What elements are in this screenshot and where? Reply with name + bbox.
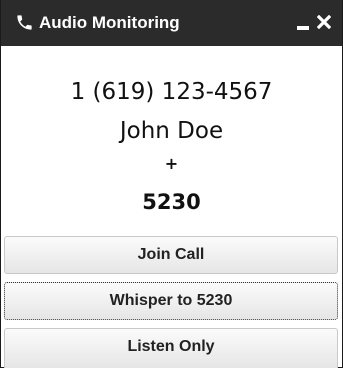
plus-separator: + — [164, 154, 179, 173]
phone-icon — [17, 15, 32, 30]
minimize-icon[interactable] — [297, 26, 309, 30]
join-call-button[interactable]: Join Call — [4, 236, 338, 274]
title-bar[interactable]: Audio Monitoring — [1, 0, 342, 46]
close-icon[interactable] — [317, 15, 331, 29]
listen-only-button[interactable]: Listen Only — [4, 328, 338, 368]
whisper-button[interactable]: Whisper to 5230 — [4, 282, 338, 320]
caller-name: John Doe — [119, 118, 224, 144]
caller-phone-number: 1 (619) 123-4567 — [70, 79, 273, 105]
window-title: Audio Monitoring — [39, 13, 180, 32]
audio-monitoring-panel: Audio Monitoring 1 (619) 123-4567 John D… — [0, 0, 343, 368]
extension-number: 5230 — [142, 190, 201, 214]
